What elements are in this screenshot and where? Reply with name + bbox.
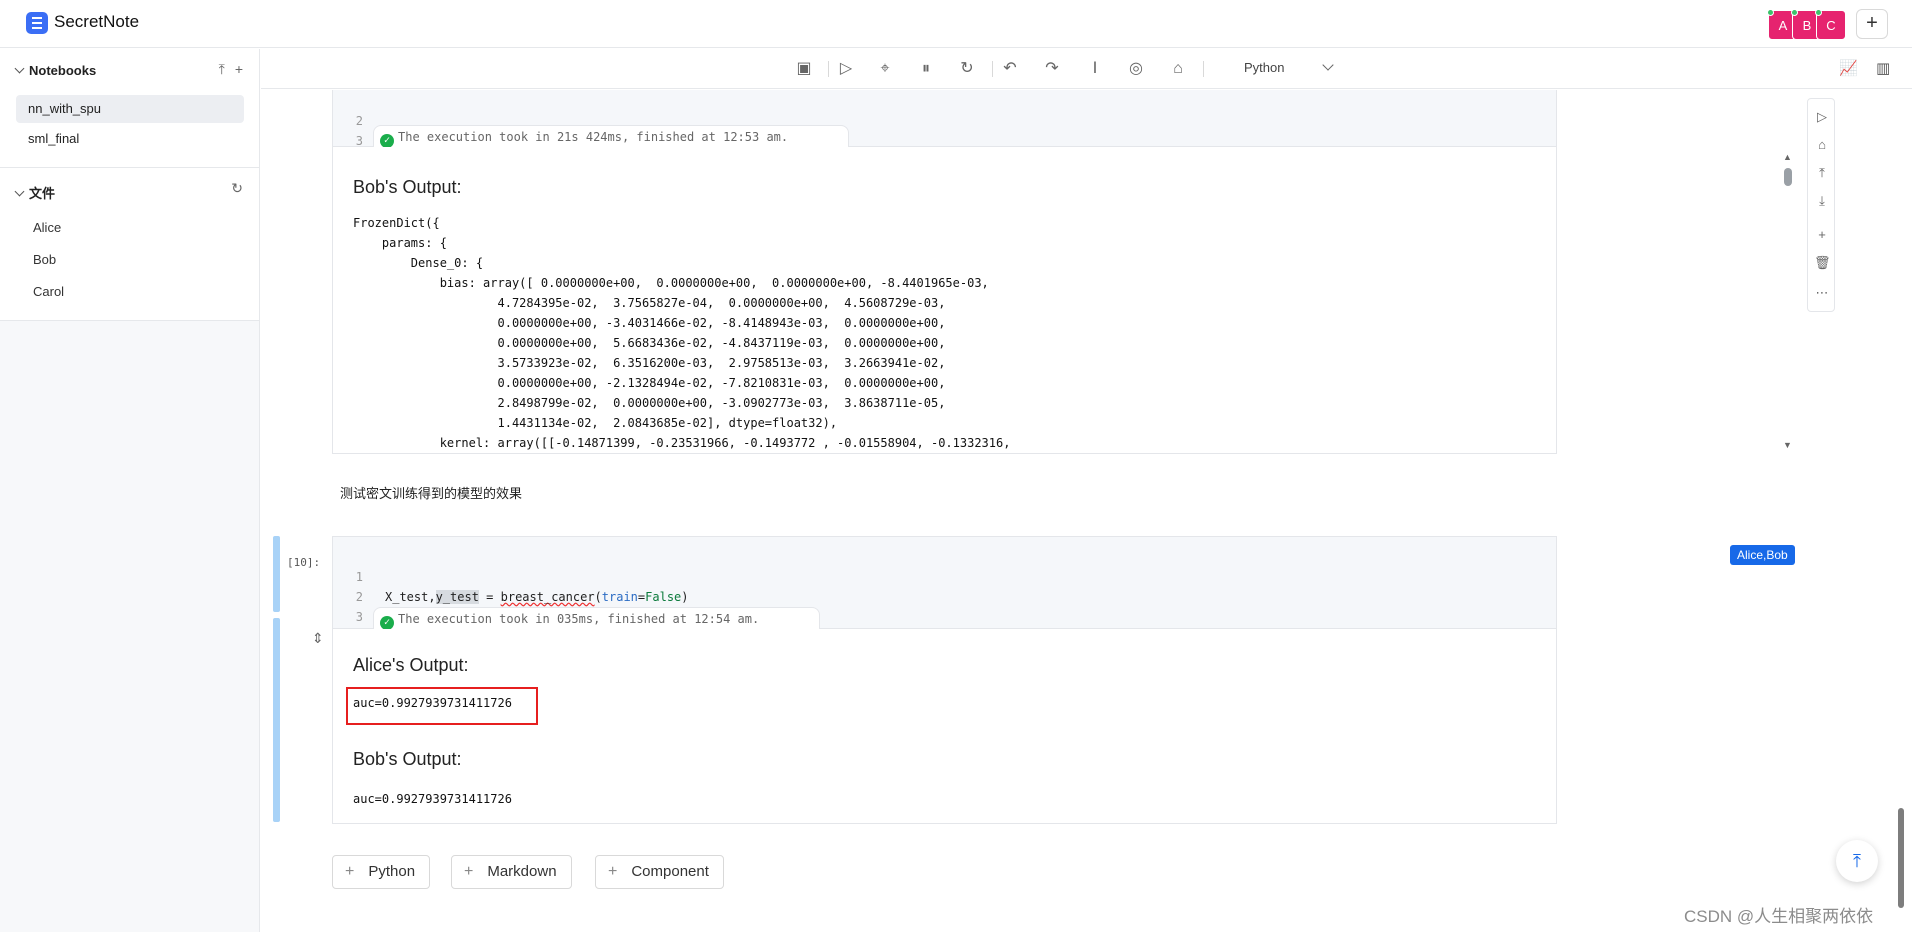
app-root: SecretNote A B C + Notebooks ⤒ + nn_with_…: [0, 0, 1912, 932]
scroll-to-top-button[interactable]: ⤒: [1836, 840, 1878, 882]
output-title: Bob's Output:: [353, 177, 462, 197]
online-dot-icon: [1767, 9, 1774, 16]
chevron-down-icon: [14, 63, 25, 74]
avatar[interactable]: C: [1815, 9, 1846, 40]
output-scrollbar[interactable]: [1549, 147, 1556, 453]
cell-output: Bob's Output: FrozenDict({ params: { Den…: [333, 147, 1556, 453]
code-editor[interactable]: 1 X_test,y_test = breast_cancer(train=Fa…: [333, 537, 1556, 644]
hide-icon[interactable]: ◎: [1126, 59, 1146, 79]
layout-icon[interactable]: ▥: [1876, 59, 1890, 77]
output-selection-bar[interactable]: [273, 618, 280, 822]
chevron-down-icon[interactable]: [1322, 59, 1334, 71]
online-dot-icon: [1815, 9, 1822, 16]
file-item-carol[interactable]: Carol: [33, 284, 64, 299]
code-editor[interactable]: 2 params = sf.reveal(params_spu) 3 print…: [333, 90, 1556, 168]
bob-output-text: auc=0.9927939731411726: [353, 792, 512, 806]
output-text: FrozenDict({ params: { Dense_0: { bias: …: [353, 216, 1011, 450]
toolbar-divider: [1203, 61, 1204, 77]
code-line: 2 auc =validate_model(params,X_test,y_te…: [333, 567, 681, 624]
app-logo-icon: [26, 12, 48, 34]
add-cell-icon[interactable]: +: [1814, 227, 1830, 243]
run-cell-icon[interactable]: ▷: [1814, 109, 1830, 125]
execution-info: ✓ The execution took in 21s 424ms, finish…: [373, 125, 850, 148]
plus-icon: +: [464, 863, 474, 880]
code-line: 3 print(f'auc={auc}'): [333, 587, 523, 644]
cell-side-toolbar: ▷ ⌂ ⤒ ⤓ + 🗑 ⋯: [1807, 98, 1835, 312]
scroll-down-icon[interactable]: ▼: [1783, 440, 1792, 450]
chevron-down-icon: [14, 186, 25, 197]
success-check-icon: ✓: [380, 134, 394, 148]
add-markdown-cell-button[interactable]: + Markdown: [451, 855, 572, 889]
watermark: CSDN @人生相聚两依依: [1684, 907, 1874, 926]
page-scrollbar[interactable]: [1898, 808, 1904, 908]
execution-count: [10]:: [287, 556, 321, 569]
save-icon[interactable]: ▣: [794, 59, 814, 79]
scroll-up-icon[interactable]: ▲: [1783, 152, 1792, 162]
kernel-select[interactable]: Python: [1244, 60, 1284, 75]
files-actions: ↻: [221, 180, 243, 197]
code-cell[interactable]: 2 params = sf.reveal(params_spu) 3 print…: [332, 90, 1557, 454]
output-scroll-thumb[interactable]: [1784, 168, 1792, 186]
code-line: 1 X_test,y_test = breast_cancer(train=Fa…: [333, 547, 689, 604]
move-down-icon[interactable]: ⤓: [1814, 193, 1830, 209]
online-dot-icon: [1791, 9, 1798, 16]
sidebar-item-sml-final[interactable]: sml_final: [16, 125, 244, 153]
code-cell[interactable]: 1 X_test,y_test = breast_cancer(train=Fa…: [332, 536, 1557, 824]
text-cursor-icon[interactable]: Ⅰ: [1085, 59, 1105, 79]
delete-icon[interactable]: 🗑: [1814, 255, 1831, 271]
arrow-up-icon: ⤒: [1853, 851, 1861, 871]
restart-icon[interactable]: ↻: [957, 59, 977, 79]
sidebar-item-nn-with-spu[interactable]: nn_with_spu: [16, 95, 244, 123]
component-icon[interactable]: ⌂: [1814, 137, 1830, 153]
add-notebook-icon[interactable]: +: [235, 61, 243, 77]
app-title: SecretNote: [54, 12, 140, 31]
files-header[interactable]: 文件: [14, 183, 55, 202]
upload-icon[interactable]: ⤒: [219, 61, 225, 77]
code-line: 2 params = sf.reveal(params_spu): [333, 91, 602, 148]
markdown-cell[interactable]: 测试密文训练得到的模型的效果: [340, 483, 522, 502]
run-location-icon[interactable]: ⌖: [875, 59, 895, 79]
redo-icon[interactable]: ↷: [1042, 59, 1062, 79]
undo-icon[interactable]: ↶: [1000, 59, 1020, 79]
success-check-icon: ✓: [380, 616, 394, 630]
sidebar: Notebooks ⤒ + nn_with_spu sml_final 文件 ↻ …: [0, 49, 260, 932]
notebook-content: 2 params = sf.reveal(params_spu) 3 print…: [261, 90, 1912, 932]
toolbar-divider: [992, 61, 993, 77]
alice-output-title: Alice's Output:: [353, 655, 469, 675]
refresh-icon[interactable]: ↻: [231, 180, 243, 196]
file-item-bob[interactable]: Bob: [33, 252, 56, 267]
plus-icon: +: [608, 863, 618, 880]
add-user-button[interactable]: +: [1856, 9, 1888, 39]
notebook-toolbar: ▣ ▷ ⌖ ⏸ ↻ ↶ ↷ Ⅰ ◎ ⌂ Python 📈 ▥: [261, 49, 1912, 89]
sidebar-panel: Notebooks ⤒ + nn_with_spu sml_final 文件 ↻ …: [0, 49, 259, 321]
plus-icon: +: [345, 863, 355, 880]
move-up-icon[interactable]: ⤒: [1814, 165, 1830, 181]
execution-info: ✓ The execution took in 035ms, finished a…: [373, 607, 821, 630]
pause-icon[interactable]: ⏸: [916, 59, 936, 79]
run-icon[interactable]: ▷: [836, 59, 856, 79]
cell-selection-bar[interactable]: [273, 536, 280, 612]
cell-output: Alice's Output: auc=0.9927939731411726 B…: [333, 629, 1556, 823]
chart-icon[interactable]: 📈: [1839, 59, 1858, 77]
more-icon[interactable]: ⋯: [1814, 285, 1830, 301]
sidebar-divider: [0, 167, 259, 168]
collapse-output-icon[interactable]: ⇕: [312, 630, 324, 647]
alice-output-text: auc=0.9927939731411726: [353, 696, 512, 710]
bob-output-title: Bob's Output:: [353, 749, 462, 769]
toolbar-divider: [828, 61, 829, 77]
file-item-alice[interactable]: Alice: [33, 220, 61, 235]
add-python-cell-button[interactable]: + Python: [332, 855, 431, 889]
code-text: X_test,y_test = breast_cancer(train=Fals…: [385, 590, 689, 604]
top-bar: SecretNote A B C +: [0, 0, 1912, 48]
add-component-cell-button[interactable]: + Component: [595, 855, 724, 889]
party-tag[interactable]: Alice,Bob: [1730, 545, 1795, 565]
notebook-actions: ⤒ +: [209, 61, 243, 78]
notebooks-header[interactable]: Notebooks: [14, 63, 96, 78]
component-icon[interactable]: ⌂: [1168, 59, 1188, 79]
